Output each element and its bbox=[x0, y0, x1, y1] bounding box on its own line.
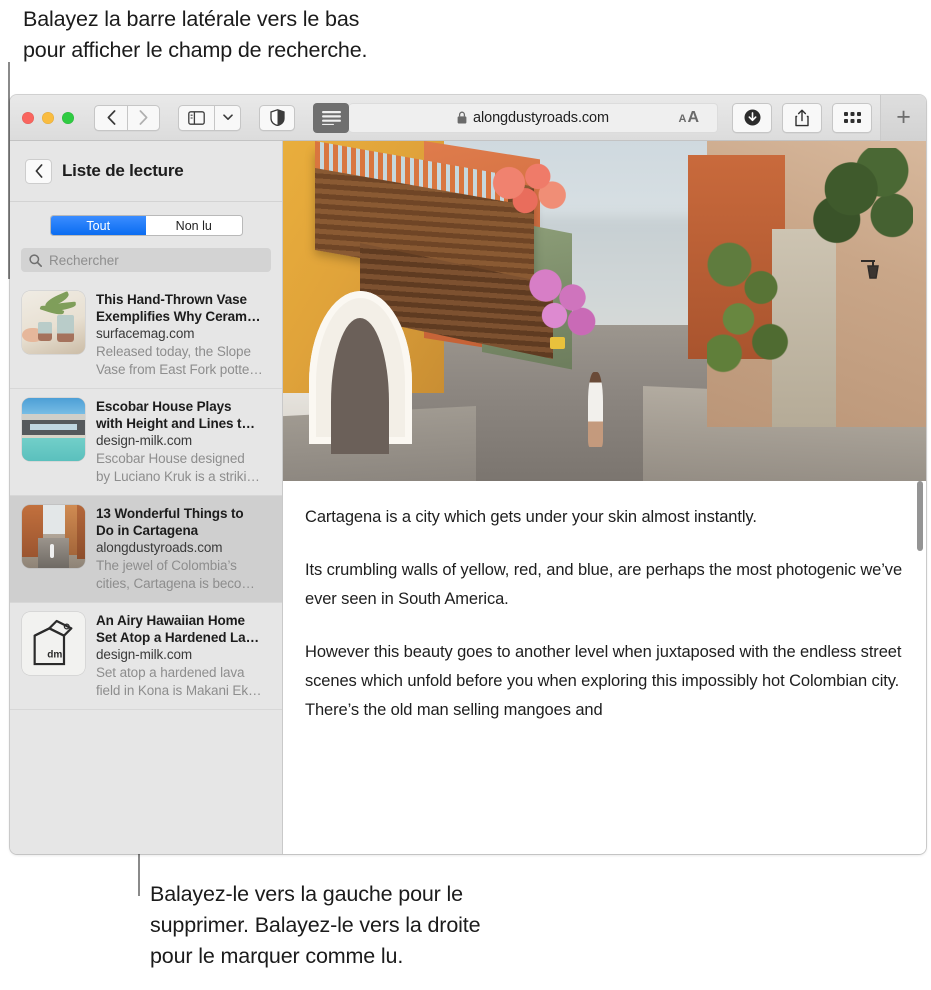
chevron-left-icon bbox=[35, 164, 42, 178]
item-snippet: The jewel of Colombia’s cities, Cartagen… bbox=[96, 558, 255, 591]
item-title: Escobar House Plays with Height and Line… bbox=[96, 399, 255, 431]
vase-thumbnail bbox=[22, 291, 85, 354]
reading-list-item-text: 13 Wonderful Things to Do in Cartagena a… bbox=[96, 505, 274, 593]
sidebar-options-button[interactable] bbox=[214, 104, 241, 131]
downloads-button[interactable] bbox=[732, 102, 772, 133]
chevron-left-icon bbox=[107, 110, 115, 125]
navigation-buttons bbox=[94, 104, 160, 131]
reading-list-item[interactable]: This Hand-Thrown Vase Exemplifies Why Ce… bbox=[10, 282, 282, 389]
back-button[interactable] bbox=[94, 104, 127, 131]
item-site: design-milk.com bbox=[96, 433, 193, 448]
svg-text:dm: dm bbox=[47, 650, 62, 661]
callout-text-bottom: Balayez-le vers la gauche pour le suppri… bbox=[150, 882, 481, 968]
tab-overview-icon bbox=[843, 111, 861, 123]
item-snippet: Escobar House designed by Luciano Kruk i… bbox=[96, 451, 260, 484]
reading-list-item-text: Escobar House Plays with Height and Line… bbox=[96, 398, 274, 486]
text-size-button[interactable]: A A bbox=[678, 109, 699, 127]
minimize-window-button[interactable] bbox=[42, 111, 54, 124]
sidebar-title: Liste de lecture bbox=[62, 161, 184, 180]
browser-toolbar: alongdustyroads.com A A + bbox=[10, 95, 926, 141]
search-icon bbox=[29, 253, 42, 267]
download-icon bbox=[744, 109, 760, 126]
street-thumbnail bbox=[22, 505, 85, 568]
address-bar-url: alongdustyroads.com bbox=[473, 109, 609, 126]
new-tab-button[interactable]: + bbox=[880, 95, 926, 141]
chevron-down-icon bbox=[222, 114, 233, 120]
chevron-right-icon bbox=[139, 110, 148, 125]
toolbar-right-buttons bbox=[732, 102, 872, 133]
article-body: Cartagena is a city which gets under you… bbox=[283, 481, 926, 725]
sidebar-search-placeholder: Rechercher bbox=[49, 252, 119, 268]
street-lamp-icon bbox=[861, 259, 880, 279]
screenshot-root: Balayez la barre latérale vers le bas po… bbox=[0, 0, 931, 990]
content-scrollbar[interactable] bbox=[917, 481, 923, 551]
reading-list-item-text: An Airy Hawaiian Home Set Atop a Hardene… bbox=[96, 612, 274, 700]
reading-list-item[interactable]: Escobar House Plays with Height and Line… bbox=[10, 389, 282, 496]
address-bar-content: alongdustyroads.com bbox=[457, 110, 609, 126]
sidebar-icon bbox=[188, 110, 205, 125]
item-title: An Airy Hawaiian Home Set Atop a Hardene… bbox=[96, 613, 259, 645]
zoom-window-button[interactable] bbox=[62, 111, 74, 124]
article-pane: Cartagena is a city which gets under you… bbox=[283, 141, 926, 854]
item-snippet: Set atop a hardened lava field in Kona i… bbox=[96, 665, 262, 698]
cartagena-street-photo bbox=[283, 141, 926, 481]
lock-icon bbox=[457, 111, 467, 124]
article-paragraph: However this beauty goes to another leve… bbox=[305, 643, 902, 719]
address-bar[interactable]: alongdustyroads.com A A bbox=[349, 102, 718, 133]
callout-text-top: Balayez la barre latérale vers le bas po… bbox=[23, 7, 368, 62]
window-body: Liste de lecture Tout Non lu Rechercher bbox=[10, 141, 926, 854]
filter-segmented-control[interactable]: Tout Non lu bbox=[49, 215, 243, 236]
close-window-button[interactable] bbox=[22, 111, 34, 124]
item-site: alongdustyroads.com bbox=[96, 540, 223, 555]
sidebar-header: Liste de lecture bbox=[10, 141, 282, 202]
reading-list: This Hand-Thrown Vase Exemplifies Why Ce… bbox=[10, 282, 282, 854]
tab-overview-button[interactable] bbox=[832, 102, 872, 133]
share-icon bbox=[795, 109, 809, 126]
new-tab-label: + bbox=[896, 103, 911, 131]
privacy-report-button[interactable] bbox=[259, 104, 295, 131]
reading-list-item[interactable]: dm An Airy Hawaiian Home Set Atop a Hard… bbox=[10, 603, 282, 710]
milk-carton-icon: dm bbox=[33, 619, 73, 666]
article-paragraph: Its crumbling walls of yellow, red, and … bbox=[305, 561, 903, 608]
article-paragraph: Cartagena is a city which gets under you… bbox=[305, 508, 757, 526]
reading-list-sidebar: Liste de lecture Tout Non lu Rechercher bbox=[10, 141, 283, 854]
item-title: 13 Wonderful Things to Do in Cartagena bbox=[96, 506, 244, 538]
share-button[interactable] bbox=[782, 102, 822, 133]
item-site: design-milk.com bbox=[96, 647, 193, 662]
reader-view-button[interactable] bbox=[313, 102, 349, 133]
window-controls bbox=[22, 111, 74, 124]
text-size-large-label: A bbox=[687, 108, 699, 126]
shield-icon bbox=[269, 109, 285, 126]
safari-window: alongdustyroads.com A A + Liste de lectu… bbox=[10, 95, 926, 854]
forward-button[interactable] bbox=[127, 104, 160, 131]
sidebar-controls bbox=[178, 104, 241, 131]
filter-tab-unread[interactable]: Non lu bbox=[146, 216, 242, 235]
item-title: This Hand-Thrown Vase Exemplifies Why Ce… bbox=[96, 292, 261, 324]
item-snippet: Released today, the Slope Vase from East… bbox=[96, 344, 263, 377]
house-thumbnail bbox=[22, 398, 85, 461]
toggle-sidebar-button[interactable] bbox=[178, 104, 214, 131]
text-size-small-label: A bbox=[678, 112, 687, 125]
item-site: surfacemag.com bbox=[96, 326, 195, 341]
filter-tab-all[interactable]: Tout bbox=[50, 216, 146, 235]
sidebar-search-field[interactable]: Rechercher bbox=[21, 248, 271, 272]
sidebar-back-button[interactable] bbox=[25, 158, 52, 184]
design-milk-logo-thumbnail: dm bbox=[22, 612, 85, 675]
reading-list-item-selected[interactable]: 13 Wonderful Things to Do in Cartagena a… bbox=[10, 496, 282, 603]
reading-list-item-text: This Hand-Thrown Vase Exemplifies Why Ce… bbox=[96, 291, 274, 379]
reader-view-icon bbox=[321, 110, 341, 125]
